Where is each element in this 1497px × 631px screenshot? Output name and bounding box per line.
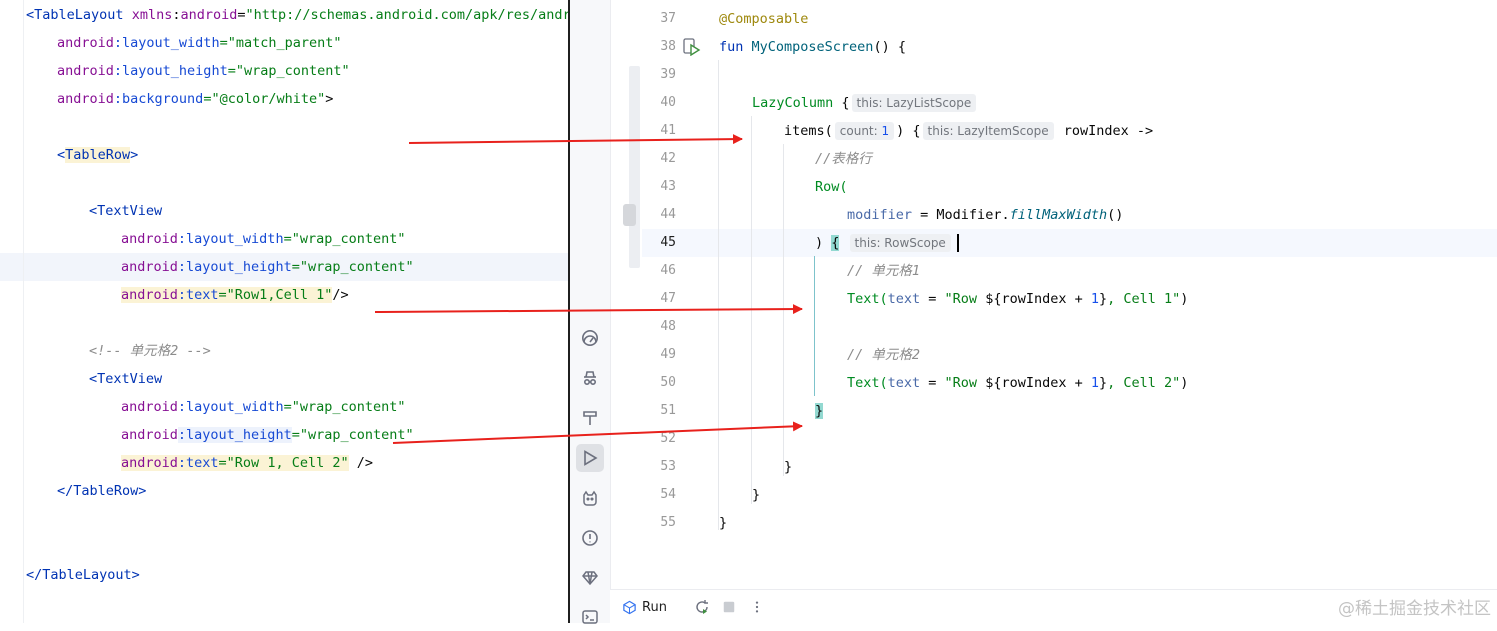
xml-line-layout-height: android:layout_height="wrap_content"	[57, 63, 350, 79]
run-icon[interactable]	[576, 444, 604, 472]
inlay-hint: this: LazyListScope	[851, 94, 977, 112]
rerun-icon[interactable]	[694, 590, 710, 624]
xml-line-tv1-height: android:layout_height="wrap_content"	[121, 259, 414, 275]
line-number: 51	[660, 403, 676, 418]
xml-line-textview-1: <TextView	[89, 203, 163, 219]
line-number: 46	[660, 263, 676, 278]
compose-editor[interactable]: 37 38 39 40 41 42 43 44 45 46 47 48 49 5…	[570, 0, 1497, 624]
line-number: 38	[660, 39, 676, 54]
line-number: 53	[660, 459, 676, 474]
xml-line-tv2-width: android:layout_width="wrap_content"	[121, 399, 406, 415]
indent-guide	[783, 144, 784, 476]
kt-line-54: }	[752, 487, 761, 503]
line-number: 49	[660, 347, 676, 362]
kt-line-45: ) { this: RowScope	[815, 229, 959, 257]
line-number: 39	[660, 67, 676, 82]
kt-line-55: }	[719, 515, 728, 531]
kt-line-46: // 单元格1	[847, 263, 921, 279]
line-number: 52	[660, 431, 676, 446]
xml-line-layout-width: android:layout_width="match_parent"	[57, 35, 342, 51]
structure-scroll-marker[interactable]	[623, 66, 640, 268]
compose-current-line-highlight	[642, 229, 1497, 257]
kt-line-49: // 单元格2	[847, 347, 921, 363]
terminal-icon[interactable]	[576, 603, 604, 631]
gem-icon[interactable]	[576, 564, 604, 592]
xml-editor[interactable]: <TableLayout xmlns:android="http://schem…	[0, 0, 568, 623]
logcat-icon[interactable]	[576, 484, 604, 512]
line-number: 41	[660, 123, 676, 138]
xml-line-tablerow-open: <TableRow>	[57, 147, 139, 163]
kt-line-43: Row(	[815, 179, 848, 195]
more-options-icon[interactable]	[750, 590, 764, 624]
line-number: 50	[660, 375, 676, 390]
watermark: @稀土掘金技术社区	[1338, 599, 1491, 619]
line-number: 54	[660, 487, 676, 502]
kt-line-38: fun MyComposeScreen() {	[719, 39, 906, 55]
xml-line-tv2-height: android:layout_height="wrap_content"	[121, 427, 414, 443]
run-tab-label: Run	[642, 599, 667, 615]
kt-line-41: items(count: 1) {this: LazyItemScope row…	[784, 122, 1154, 140]
kt-line-51: }	[815, 403, 824, 419]
indent-guide	[751, 116, 752, 504]
xml-line-comment-cell2: <!-- 单元格2 -->	[89, 343, 211, 359]
line-number: 37	[660, 11, 676, 26]
xml-line-tv1-text: android:text="Row1,Cell 1"/>	[121, 287, 349, 303]
gauge-icon[interactable]	[576, 324, 604, 352]
xml-indent-guide	[23, 0, 24, 623]
xml-line-tablelayout-close: </TableLayout>	[26, 567, 140, 583]
line-number: 47	[660, 291, 676, 306]
compose-preview-run-icon[interactable]	[683, 38, 701, 57]
kt-line-44: modifier = Modifier.fillMaxWidth()	[847, 207, 1124, 223]
line-number-current: 45	[660, 235, 676, 250]
tool-window-strip	[570, 0, 611, 624]
xml-line-tv1-width: android:layout_width="wrap_content"	[121, 231, 406, 247]
line-number: 44	[660, 207, 676, 222]
line-number: 48	[660, 319, 676, 334]
kt-line-42: //表格行	[815, 151, 872, 167]
kt-line-37: @Composable	[719, 11, 809, 27]
line-number: 40	[660, 95, 676, 110]
xml-line-tv2-text: android:text="Row 1, Cell 2" />	[121, 455, 373, 471]
xml-line-tablerow-close: </TableRow>	[57, 483, 147, 499]
structure-scroll-thumb[interactable]	[623, 204, 636, 226]
build-icon[interactable]	[576, 404, 604, 432]
run-config-icon	[623, 600, 636, 614]
kt-line-47: Text(text = "Row ${rowIndex + 1}, Cell 1…	[847, 291, 1189, 307]
kt-line-40: LazyColumn {this: LazyListScope	[752, 89, 978, 117]
inlay-hint: this: LazyItemScope	[922, 122, 1054, 140]
xml-line-background: android:background="@color/white">	[57, 91, 334, 107]
inlay-hint: count: 1	[834, 122, 895, 140]
line-number: 43	[660, 179, 676, 194]
problems-icon[interactable]	[576, 524, 604, 552]
spy-icon[interactable]	[576, 364, 604, 392]
stop-icon[interactable]	[722, 590, 736, 624]
kt-line-50: Text(text = "Row ${rowIndex + 1}, Cell 2…	[847, 375, 1189, 391]
kt-line-53: }	[784, 459, 793, 475]
inlay-hint: this: RowScope	[849, 234, 951, 252]
xml-line-textview-2: <TextView	[89, 371, 163, 387]
line-number: 55	[660, 515, 676, 530]
line-number: 42	[660, 151, 676, 166]
text-caret	[956, 234, 959, 252]
run-tab[interactable]: Run	[622, 590, 667, 624]
indent-guide-active	[814, 256, 815, 396]
xml-line-tablelayout-open: <TableLayout xmlns:android="http://schem…	[26, 7, 568, 23]
indent-guide	[718, 60, 719, 530]
